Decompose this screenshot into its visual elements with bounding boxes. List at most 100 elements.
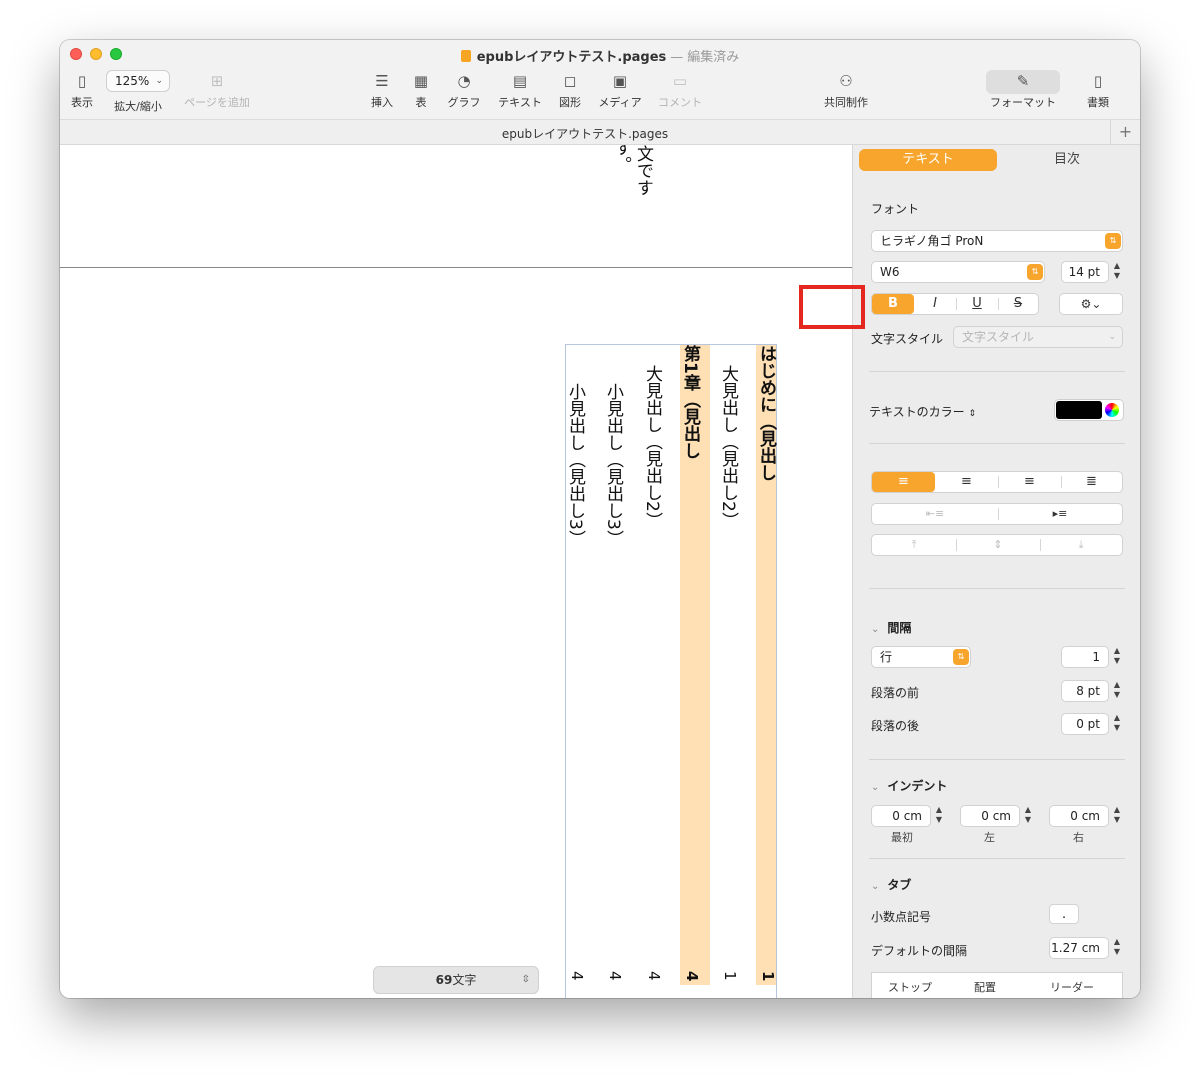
tabs-section-label: タブ <box>887 878 912 892</box>
align-right-icon[interactable]: ≡ <box>998 472 1061 492</box>
tab-stops-column-align: 配置 <box>974 981 996 994</box>
strikethrough-button[interactable]: S <box>998 294 1038 314</box>
color-wheel-icon[interactable] <box>1105 403 1119 417</box>
document-button[interactable]: ▯ 書類 <box>1084 72 1112 110</box>
chevron-down-icon: ⌄ <box>871 624 880 635</box>
font-weight-select[interactable]: W6 <box>871 261 1045 283</box>
section-divider <box>869 588 1125 589</box>
title-separator: — <box>670 50 684 65</box>
collaborate-button[interactable]: ⚇ 共同制作 <box>822 72 870 110</box>
increase-indent-icon[interactable]: ▸≡ <box>998 504 1122 524</box>
insert-button[interactable]: ☰ 挿入 <box>368 72 396 110</box>
tabs-section-header[interactable]: ⌄ タブ <box>871 876 911 893</box>
comment-button[interactable]: ▭ コメント <box>656 72 704 110</box>
toc-text-box[interactable]: はじめに（見出し 大見出し（見出し2） 第1章（見出し 大見出し（見出し2） 小… <box>565 344 777 998</box>
toc-entry[interactable]: 大見出し（見出し2） <box>642 365 662 529</box>
decrease-indent-icon[interactable]: ⇤≡ <box>872 504 998 524</box>
add-page-button[interactable]: ⊞ ページを追加 <box>182 72 252 110</box>
document-canvas[interactable]: 文です す。 はじめに（見出し 大見出し（見出し2） 第1章（見出し 大見出し（… <box>60 145 852 998</box>
paintbrush-icon: ✎ <box>1016 72 1030 90</box>
word-count-unit: 文字 <box>452 973 477 987</box>
italic-button[interactable]: I <box>914 294 956 314</box>
font-size-field[interactable]: 14 pt <box>1061 261 1109 283</box>
line-spacing-value: 1 <box>1092 650 1100 664</box>
text-button[interactable]: ▤ テキスト <box>496 72 544 110</box>
default-interval-stepper[interactable]: ▲ ▼ <box>1111 937 1123 959</box>
before-para-field[interactable]: 8 pt <box>1061 680 1109 702</box>
font-weight-value: W6 <box>880 265 900 279</box>
align-left-icon[interactable]: ≡ <box>872 472 935 492</box>
indent-first-field[interactable]: 0 cm <box>871 805 931 827</box>
indent-left-stepper[interactable]: ▲ ▼ <box>1022 805 1034 827</box>
char-style-select[interactable]: 文字スタイル ⌄ <box>953 326 1123 348</box>
tab-stops-column-leader: リーダー <box>1050 981 1094 994</box>
spacing-section-header[interactable]: ⌄ 間隔 <box>871 619 911 636</box>
comment-icon: ▭ <box>672 72 688 90</box>
font-style-buttons: B I U S <box>871 293 1039 315</box>
zoom-label: 拡大/縮小 <box>108 98 168 114</box>
indent-left-field[interactable]: 0 cm <box>960 805 1020 827</box>
char-style-value: 文字スタイル <box>962 330 1035 344</box>
tab-toc[interactable]: 目次 <box>999 149 1135 171</box>
align-center-icon[interactable]: ≡ <box>935 472 998 492</box>
tab-text[interactable]: テキスト <box>859 149 997 171</box>
word-count-popup[interactable]: 69文字 ⇳ <box>373 966 539 994</box>
chevron-down-icon: ⌄ <box>871 782 880 793</box>
new-tab-button[interactable]: + <box>1110 120 1140 145</box>
line-spacing-stepper[interactable]: ▲ ▼ <box>1111 646 1123 668</box>
text-label: テキスト <box>498 96 542 109</box>
shape-button[interactable]: ◻ 図形 <box>556 72 584 110</box>
tab-stops-column-stop: ストップ <box>888 981 932 994</box>
underline-button[interactable]: U <box>956 294 998 314</box>
color-swatch <box>1056 401 1102 419</box>
indent-section-header[interactable]: ⌄ インデント <box>871 777 947 794</box>
align-top-icon[interactable]: ⤒ <box>872 535 956 555</box>
updown-chevron-icon: ⇅ <box>1027 264 1043 280</box>
toc-entry[interactable]: はじめに（見出し <box>756 345 776 481</box>
tab-stops-table[interactable]: ストップ 配置 リーダー <box>871 972 1123 998</box>
text-color-label[interactable]: テキストのカラー ⇕ <box>869 403 976 420</box>
view-button[interactable]: ▯ 表示 <box>68 72 96 110</box>
toc-page-number: 1 <box>721 971 739 981</box>
indent-right-label: 右 <box>1073 831 1084 844</box>
bold-button[interactable]: B <box>872 294 914 314</box>
indent-right-stepper[interactable]: ▲ ▼ <box>1111 805 1123 827</box>
toc-page-number: 1 <box>759 971 777 982</box>
chevron-down-icon: ⌄ <box>1108 332 1116 342</box>
toc-entry[interactable]: 小見出し（見出し3） <box>603 383 623 547</box>
before-para-stepper[interactable]: ▲ ▼ <box>1111 680 1123 702</box>
default-interval-field[interactable]: 1.27 cm <box>1049 937 1109 959</box>
advanced-options-button[interactable]: ⚙⌄ <box>1059 293 1123 315</box>
toc-entry[interactable]: 第1章（見出し <box>680 345 700 459</box>
shape-icon: ◻ <box>563 72 577 90</box>
updown-chevron-icon: ⇅ <box>1105 233 1121 249</box>
table-label: 表 <box>415 96 427 109</box>
toc-entry[interactable]: 大見出し（見出し2） <box>718 365 738 529</box>
align-bottom-icon[interactable]: ⤓ <box>1040 535 1122 555</box>
table-icon: ▦ <box>413 72 429 90</box>
table-button[interactable]: ▦ 表 <box>410 72 432 110</box>
align-middle-icon[interactable]: ⇕ <box>956 535 1040 555</box>
text-color-label-text: テキストのカラー <box>869 405 965 419</box>
indent-first-stepper[interactable]: ▲ ▼ <box>933 805 945 827</box>
text-color-well[interactable] <box>1054 399 1124 421</box>
text-box-icon: ▤ <box>512 72 528 90</box>
line-mode-value: 行 <box>880 650 893 664</box>
line-spacing-field[interactable]: 1 <box>1061 646 1109 668</box>
indent-right-field[interactable]: 0 cm <box>1049 805 1109 827</box>
after-para-field[interactable]: 0 pt <box>1061 713 1109 735</box>
align-justify-icon[interactable]: ≣ <box>1061 472 1122 492</box>
format-button[interactable]: ✎ フォーマット <box>986 72 1060 110</box>
toc-entry[interactable]: 小見出し（見出し3） <box>565 383 585 547</box>
section-divider <box>869 443 1125 444</box>
after-para-stepper[interactable]: ▲ ▼ <box>1111 713 1123 735</box>
decimal-field[interactable]: . <box>1049 904 1079 924</box>
chart-button[interactable]: ◔ グラフ <box>446 72 482 110</box>
font-family-select[interactable]: ヒラギノ角ゴ ProN <box>871 230 1123 252</box>
font-size-stepper[interactable]: ▲ ▼ <box>1111 261 1123 283</box>
document-tab[interactable]: epubレイアウトテスト.pages <box>60 125 1110 142</box>
media-button[interactable]: ▣ メディア <box>596 72 644 110</box>
inspector-tabs: テキスト 目次 <box>859 149 1135 171</box>
zoom-select[interactable]: 125% ⌄ <box>106 70 170 92</box>
updown-chevron-icon: ⇕ <box>968 409 977 419</box>
